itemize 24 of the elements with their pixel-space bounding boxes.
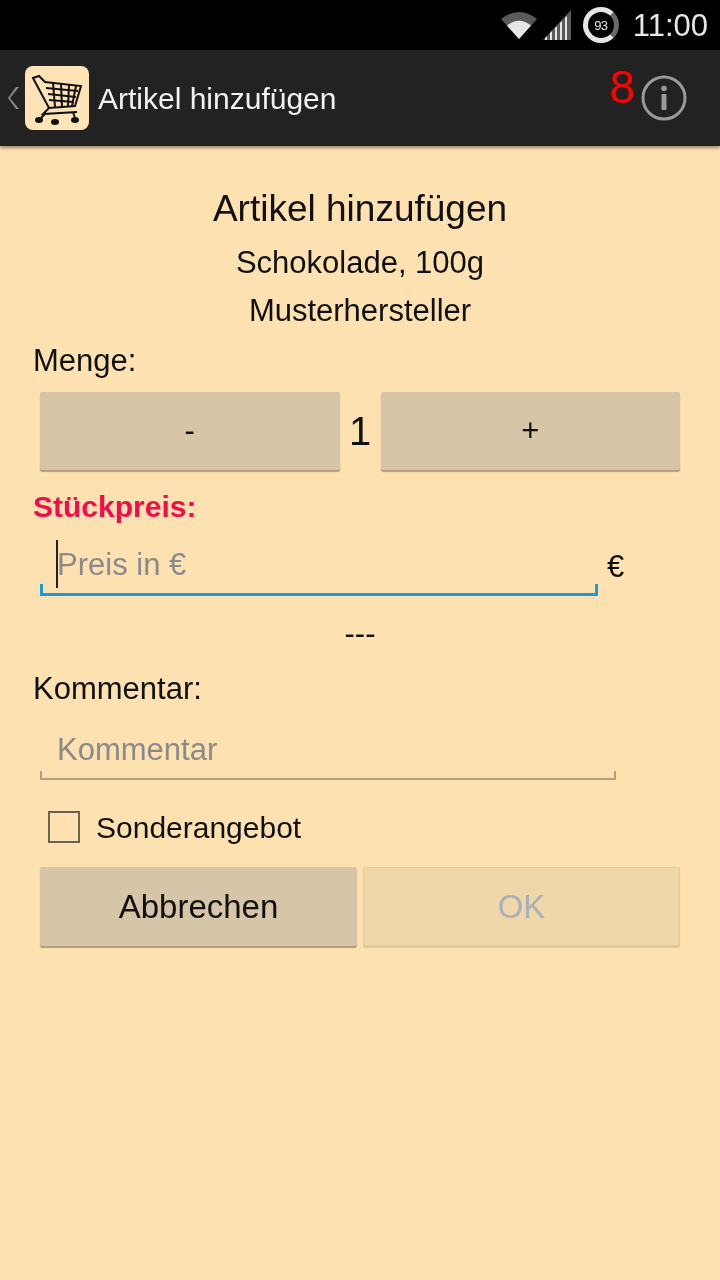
cancel-button[interactable]: Abbrechen [40, 867, 357, 946]
manufacturer-name: Musterhersteller [247, 292, 473, 330]
text-cursor-icon [56, 540, 58, 588]
dialog-title: Artikel hinzufügen [211, 187, 509, 231]
clock-text: 11:00 [632, 9, 708, 41]
total-price-text: --- [343, 615, 377, 653]
unit-price-label: Stückpreis: [33, 489, 198, 525]
shopping-cart-icon[interactable] [25, 66, 89, 130]
wifi-icon [500, 10, 537, 40]
increase-button[interactable]: + [380, 392, 680, 470]
special-offer-label[interactable]: Sonderangebot [96, 804, 302, 850]
count-text: 8 [609, 64, 635, 110]
product-name: Schokolade, 100g [234, 244, 486, 282]
quantity-value: 1 [347, 411, 373, 451]
signal-icon [542, 10, 571, 40]
checkbox[interactable] [48, 811, 80, 843]
battery-level-badge: 93 [582, 7, 619, 43]
comment-label: Kommentar: [33, 670, 203, 708]
back-chevron-icon [8, 87, 20, 109]
currency-symbol: € [607, 547, 625, 586]
quantity-label: Menge: [33, 342, 138, 380]
info-icon[interactable] [641, 75, 687, 121]
screen-title: Artikel hinzufügen [98, 80, 337, 117]
decrease-button[interactable]: - [40, 392, 340, 470]
